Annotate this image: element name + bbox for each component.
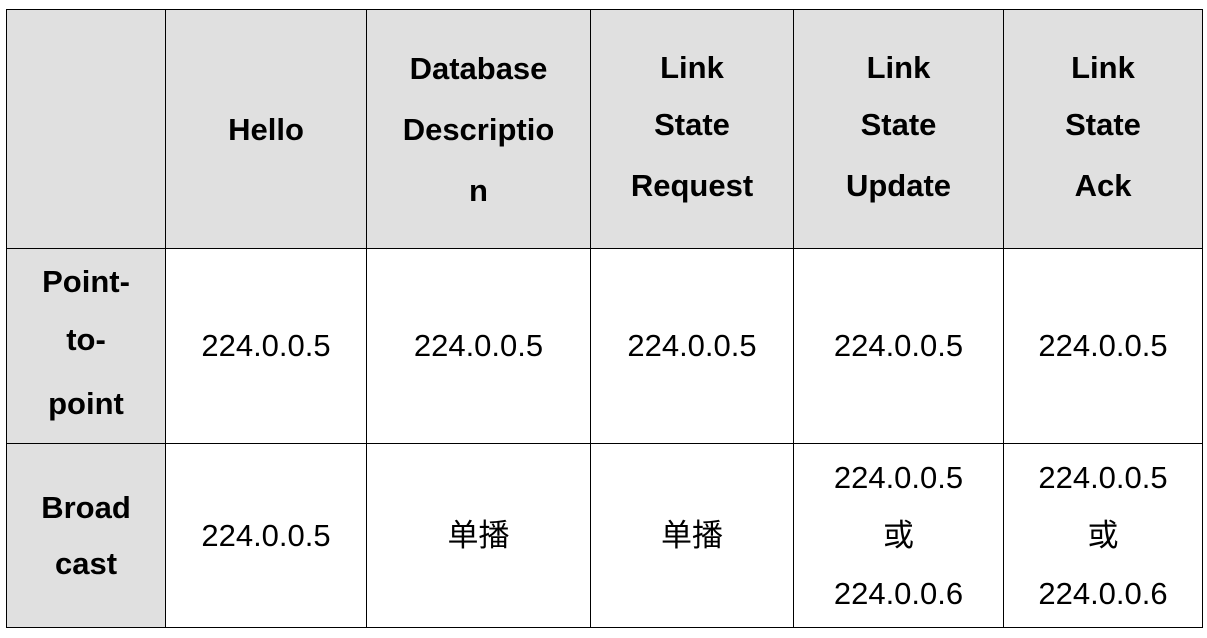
- table-cell: 224.0.0.5: [793, 248, 1004, 444]
- cell-value: 224.0.0.5: [833, 459, 964, 495]
- column-header-line: State: [654, 107, 730, 142]
- row-header-broadcast: Broad cast: [6, 443, 166, 628]
- row-header-line: Point-: [42, 264, 130, 299]
- column-header-line: Link: [1071, 50, 1135, 85]
- cell-value: 224.0.0.5: [833, 328, 964, 363]
- table-cell: 224.0.0.5: [165, 248, 367, 444]
- row-header-line: cast: [54, 545, 118, 581]
- cell-value: 224.0.0.5: [1038, 328, 1168, 363]
- column-header-database-description: Database Descriptio n: [366, 9, 591, 249]
- corner-header-cell: [6, 9, 166, 249]
- column-header-link-state-ack: Link State Ack: [1003, 9, 1203, 249]
- ospf-multicast-address-table: Hello Database Descriptio n Link State R…: [6, 9, 1203, 628]
- cell-value: 单播: [447, 517, 510, 554]
- header-row: Hello Database Descriptio n Link State R…: [6, 9, 1203, 249]
- column-header-hello: Hello: [165, 9, 367, 249]
- column-header-line: Ack: [1074, 168, 1132, 203]
- cell-value: 或: [1087, 517, 1119, 554]
- column-header-line: State: [860, 107, 937, 142]
- cell-value: 224.0.0.6: [1038, 575, 1168, 611]
- cell-value: 224.0.0.5: [201, 328, 331, 363]
- table-row-point-to-point: Point- to- point 224.0.0.5 224.0.0.5 224…: [6, 248, 1203, 444]
- table-cell: 224.0.0.5 或 224.0.0.6: [1003, 443, 1203, 628]
- cell-value: 224.0.0.5: [1038, 459, 1168, 495]
- row-header-point-to-point: Point- to- point: [6, 248, 166, 444]
- table-cell: 224.0.0.5: [1003, 248, 1203, 444]
- table-cell: 224.0.0.5: [366, 248, 591, 444]
- row-header-line: to-: [66, 322, 106, 357]
- column-header-hello-line: Hello: [228, 111, 304, 147]
- cell-value: 224.0.0.5: [201, 517, 331, 553]
- column-header-line: State: [1065, 107, 1141, 142]
- column-header-line: Database: [409, 50, 548, 86]
- table-cell: 224.0.0.5: [165, 443, 367, 628]
- cell-value: 224.0.0.5: [413, 328, 544, 363]
- cell-value: 224.0.0.5: [627, 328, 757, 363]
- column-header-line: Link: [660, 50, 724, 85]
- column-header-line: Descriptio: [402, 111, 555, 147]
- column-header-link-state-request: Link State Request: [590, 9, 794, 249]
- row-header-line: Broad: [41, 489, 131, 525]
- cell-value: 224.0.0.6: [833, 575, 964, 611]
- column-header-line: Link: [866, 50, 931, 85]
- column-header-line: Update: [845, 168, 952, 203]
- row-header-line: point: [48, 386, 124, 421]
- cell-value: 单播: [661, 517, 723, 554]
- column-header-line: Request: [630, 168, 754, 203]
- table-row-broadcast: Broad cast 224.0.0.5 单播 单播 224.0.0.5 或 2…: [6, 443, 1203, 628]
- table-cell: 224.0.0.5: [590, 248, 794, 444]
- cell-value: 或: [883, 517, 914, 554]
- column-header-line: n: [469, 172, 488, 208]
- table-cell: 224.0.0.5 或 224.0.0.6: [793, 443, 1004, 628]
- table-cell: 单播: [366, 443, 591, 628]
- column-header-link-state-update: Link State Update: [793, 9, 1004, 249]
- table-cell: 单播: [590, 443, 794, 628]
